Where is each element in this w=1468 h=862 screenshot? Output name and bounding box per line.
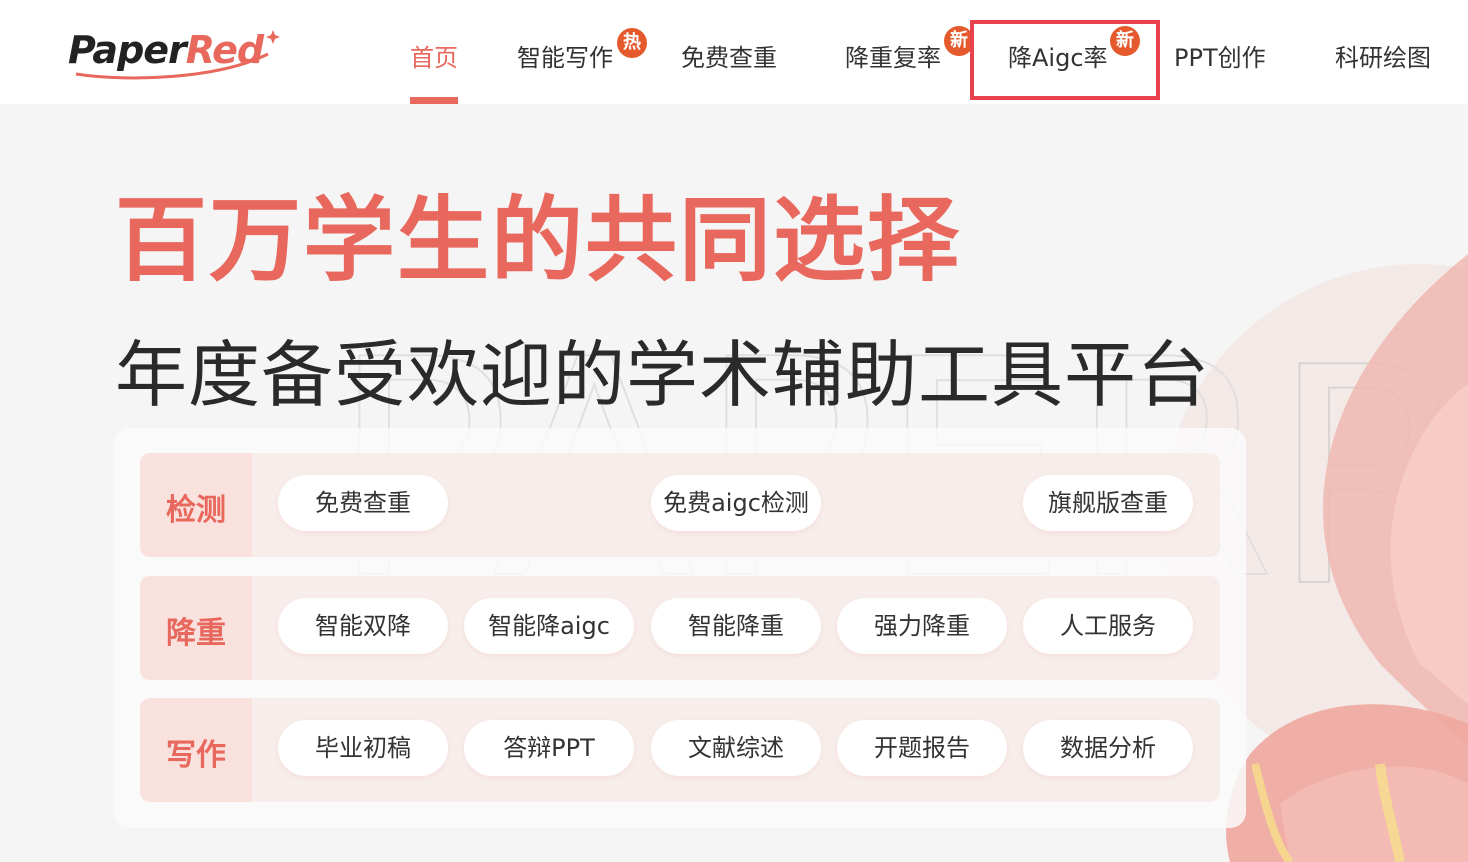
row-detection: 检测 免费查重 免费aigc检测 旗舰版查重 bbox=[140, 453, 1220, 557]
active-nav-indicator bbox=[410, 97, 458, 104]
pill-data-analysis[interactable]: 数据分析 bbox=[1023, 720, 1193, 776]
row-reduce: 降重 智能双降 智能降aigc 智能降重 强力降重 人工服务 bbox=[140, 576, 1220, 680]
hero-subtitle: 年度备受欢迎的学术辅助工具平台 bbox=[115, 333, 1211, 417]
pill-free-check[interactable]: 免费查重 bbox=[278, 475, 448, 531]
pill-smart-reduce-aigc[interactable]: 智能降aigc bbox=[464, 598, 634, 654]
pill-manual-service[interactable]: 人工服务 bbox=[1023, 598, 1193, 654]
hot-badge-icon: 热 bbox=[617, 28, 647, 58]
pill-strong-reduce[interactable]: 强力降重 bbox=[837, 598, 1007, 654]
pill-flagship-check[interactable]: 旗舰版查重 bbox=[1023, 475, 1193, 531]
nav-item-home[interactable]: 首页 bbox=[410, 38, 458, 73]
pill-proposal-report[interactable]: 开题报告 bbox=[837, 720, 1007, 776]
pill-smart-reduce[interactable]: 智能降重 bbox=[651, 598, 821, 654]
row-label: 检测 bbox=[166, 493, 226, 528]
nav-item-ppt[interactable]: PPT创作 bbox=[1174, 38, 1266, 73]
row-writing: 写作 毕业初稿 答辩PPT 文献综述 开题报告 数据分析 bbox=[140, 698, 1220, 802]
pill-literature-review[interactable]: 文献综述 bbox=[651, 720, 821, 776]
sparkle-icon bbox=[266, 30, 280, 44]
nav-item-research-drawing[interactable]: 科研绘图 bbox=[1335, 38, 1431, 73]
highlight-box bbox=[970, 20, 1160, 100]
row-label: 写作 bbox=[166, 738, 226, 773]
row-label: 降重 bbox=[166, 616, 226, 651]
logo-text-paper: Paper bbox=[68, 28, 187, 72]
pill-smart-double-reduce[interactable]: 智能双降 bbox=[278, 598, 448, 654]
logo-text-red: Red bbox=[185, 28, 264, 72]
pill-defense-ppt[interactable]: 答辩PPT bbox=[464, 720, 634, 776]
nav-item-smart-writing[interactable]: 智能写作 bbox=[517, 38, 613, 73]
logo[interactable]: PaperRed bbox=[68, 24, 283, 84]
top-header: PaperRed 首页 智能写作 热 免费查重 降重复率 新 降Aigc率 新 … bbox=[0, 0, 1468, 104]
pill-graduation-draft[interactable]: 毕业初稿 bbox=[278, 720, 448, 776]
hero-title: 百万学生的共同选择 bbox=[115, 187, 962, 294]
pill-free-aigc-detect[interactable]: 免费aigc检测 bbox=[651, 475, 821, 531]
nav-item-free-check[interactable]: 免费查重 bbox=[681, 38, 777, 73]
nav-item-reduce-repeat[interactable]: 降重复率 bbox=[845, 38, 941, 73]
